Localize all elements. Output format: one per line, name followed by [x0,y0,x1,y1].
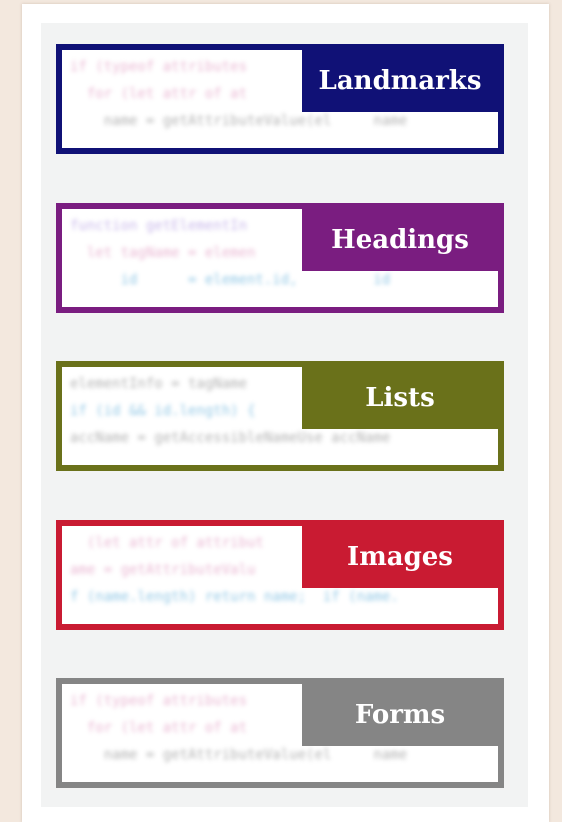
code-line: for (let attr of at [70,86,248,102]
code-line: elementInfo = tagName [70,376,248,392]
card-label: Images [302,526,498,588]
code-line: if (id && id.length) { [70,403,256,419]
card-label: Headings [302,209,498,271]
code-line: f (name.length) return name; if (name. [70,589,399,605]
code-line: if (typeof attributes [70,59,248,75]
code-line: let tagName = elemen [70,245,256,261]
code-line: for (let attr of at [70,720,248,736]
code-line: if (typeof attributes [70,693,248,709]
card-images[interactable]: (let attr of attribut ame = getAttribute… [56,520,504,630]
card-landmarks[interactable]: if (typeof attributes for (let attr of a… [56,44,504,154]
card-forms[interactable]: if (typeof attributes for (let attr of a… [56,678,504,788]
inner-panel: if (typeof attributes for (let attr of a… [41,23,528,807]
card-lists[interactable]: elementInfo = tagName if (id && id.lengt… [56,361,504,471]
code-line: function getElementIn [70,218,248,234]
code-line: name = getAttributeValue(el name [70,113,408,129]
card-label: Lists [302,367,498,429]
code-line: id = element.id, id [70,272,391,288]
card-headings[interactable]: function getElementIn let tagName = elem… [56,203,504,313]
code-line: ame = getAttributeValu [70,562,256,578]
card-label: Forms [302,684,498,746]
card-label: Landmarks [302,50,498,112]
code-line: name = getAttributeValue(el name [70,747,408,763]
code-line: accName = getAccessibleNameUse accName [70,430,391,446]
code-line: (let attr of attribut [70,535,264,551]
outer-frame: if (typeof attributes for (let attr of a… [22,4,549,822]
